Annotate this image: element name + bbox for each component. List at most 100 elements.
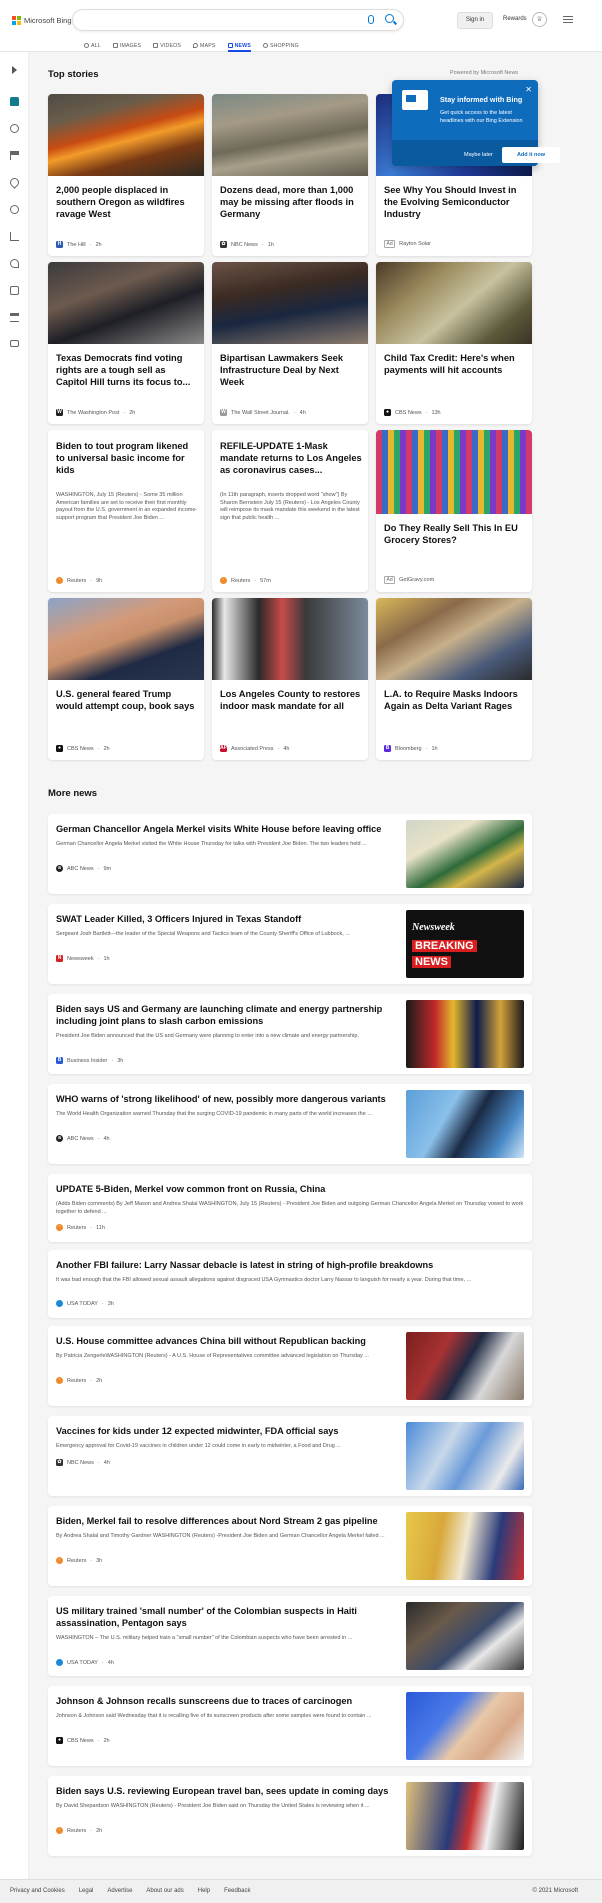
news-title: Johnson & Johnson recalls sunscreens due… [56,1696,353,1706]
footer-link-advertise[interactable]: Advertise [107,1888,132,1894]
ad-card[interactable]: Do They Really Sell This In EU Grocery S… [376,430,532,592]
source-name: Reuters [67,1377,87,1384]
story-title: L.A. to Require Masks Indoors Again as D… [384,689,518,711]
add-it-now-button[interactable]: Add it now [502,147,560,163]
story-title: REFILE-UPDATE 1-Mask mandate returns to … [220,441,362,475]
news-thumbnail: Newsweek BREAKING NEWS [406,910,524,978]
location-pin-icon[interactable] [8,176,21,189]
business-chart-icon[interactable] [10,232,19,241]
news-list-item[interactable]: UPDATE 5-Biden, Merkel vow common front … [48,1174,532,1242]
footer-links: Privacy and Cookies Legal Advertise Abou… [10,1888,250,1894]
news-thumbnail [406,1422,524,1490]
story-time: 2h [103,745,110,752]
rocket-icon[interactable] [10,259,19,268]
story-source: Ad Rayton Solar [384,240,431,248]
footer-link-privacy[interactable]: Privacy and Cookies [10,1888,65,1894]
story-card[interactable]: Dozens dead, more than 1,000 may be miss… [212,94,368,256]
ad-badge: Ad [384,240,396,248]
tab-images[interactable]: IMAGES [112,40,142,51]
rewards-link[interactable]: Rewards [503,16,527,22]
story-card[interactable]: Bipartisan Lawmakers Seek Infrastructure… [212,262,368,424]
microphone-icon[interactable] [368,15,374,24]
news-source: · Reuters · 2h [56,1827,102,1834]
news-snippet: President Joe Biden announced that the U… [56,1033,359,1039]
news-time: 3h [96,1557,103,1564]
story-card[interactable]: Los Angeles County to restores indoor ma… [212,598,368,760]
news-thumbnail [406,820,524,888]
search-input[interactable] [72,9,404,31]
source-name: Rayton Solar [399,241,431,247]
close-icon[interactable]: ✕ [525,85,532,94]
news-title: US military trained 'small number' of th… [56,1606,357,1628]
news-source: a ABC News · 9m [56,865,111,872]
money-card-icon[interactable] [10,340,19,347]
tab-news[interactable]: NEWS [227,40,252,52]
footer-link-about-ads[interactable]: About our ads [146,1888,183,1894]
news-snippet: By Andrea Shalal and Timothy Gardner WAS… [56,1533,385,1539]
bing-logo[interactable]: Microsoft Bing [12,16,72,25]
story-card[interactable]: 2,000 people displaced in southern Orego… [48,94,204,256]
hamburger-menu-icon[interactable] [563,16,573,23]
newsweek-wordmark: Newsweek [412,922,455,933]
story-card[interactable]: U.S. general feared Trump would attempt … [48,598,204,760]
story-title: Dozens dead, more than 1,000 may be miss… [220,185,354,219]
rewards-trophy-icon[interactable]: ♕ [532,12,547,27]
maybe-later-button[interactable]: Maybe later [464,152,493,158]
news-list-item[interactable]: Biden says US and Germany are launching … [48,994,532,1074]
coronavirus-icon[interactable] [10,124,19,133]
news-title: SWAT Leader Killed, 3 Officers Injured i… [56,914,302,924]
news-list-item[interactable]: Johnson & Johnson recalls sunscreens due… [48,1686,532,1766]
business-insider-logo-icon: B [56,1057,63,1064]
politics-building-icon[interactable] [10,313,19,322]
tab-videos[interactable]: VIDEOS [153,40,181,51]
news-list-item[interactable]: Another FBI failure: Larry Nassar debacl… [48,1250,532,1318]
tab-all[interactable]: ALL [84,40,101,51]
story-card[interactable]: Child Tax Credit: Here's when payments w… [376,262,532,424]
entertainment-icon[interactable] [10,286,19,295]
source-name: The Hill [67,241,86,248]
news-list-item[interactable]: US military trained 'small number' of th… [48,1596,532,1676]
reuters-logo-icon: · [56,1557,63,1564]
sign-in-button[interactable]: Sign in [457,12,493,29]
news-snippet: By David Shepardson WASHINGTON (Reuters)… [56,1803,370,1809]
news-source: · Reuters · 11h [56,1224,105,1231]
story-time: 2h [95,241,102,248]
story-image [376,598,532,680]
search-icon[interactable] [385,14,394,23]
news-list-item[interactable]: WHO warns of 'strong likelihood' of new,… [48,1084,532,1164]
popup-text: Get quick access to the latest headlines… [440,110,523,124]
news-icon [227,43,233,48]
story-image [48,598,204,680]
footer-link-feedback[interactable]: Feedback [224,1888,250,1894]
expand-chevron-icon[interactable] [12,66,17,74]
news-snippet: (Adds Biden comments) By Jeff Mason and … [56,1201,524,1215]
tab-label: IMAGES [119,42,142,49]
story-card[interactable]: Texas Democrats find voting rights are a… [48,262,204,424]
story-card[interactable]: REFILE-UPDATE 1-Mask mandate returns to … [212,430,368,592]
news-list-item[interactable]: SWAT Leader Killed, 3 Officers Injured i… [48,904,532,984]
tab-maps[interactable]: MAPS [193,40,216,51]
news-list-item[interactable]: German Chancellor Angela Merkel visits W… [48,814,532,894]
abc-news-logo-icon: a [56,1135,63,1142]
news-list-item[interactable]: U.S. House committee advances China bill… [48,1326,532,1406]
home-icon[interactable] [10,97,19,106]
news-time: 4h [103,1459,110,1466]
source-name: Business Insider [67,1057,108,1064]
story-image [48,262,204,344]
story-image [376,430,532,514]
news-source: USA TODAY · 4h [56,1659,114,1666]
footer-link-help[interactable]: Help [198,1888,210,1894]
news-thumbnail [406,1332,524,1400]
news-list-item[interactable]: Biden says U.S. reviewing European trave… [48,1776,532,1856]
story-snippet: WASHINGTON, July 15 (Reuters) - Some 35 … [56,492,198,521]
story-card[interactable]: L.A. to Require Masks Indoors Again as D… [376,598,532,760]
story-card[interactable]: Biden to tout program likened to univers… [48,430,204,592]
story-title: Do They Really Sell This In EU Grocery S… [384,523,518,545]
footer-link-legal[interactable]: Legal [79,1888,94,1894]
tab-shopping[interactable]: SHOPPING [262,40,299,51]
news-list-item[interactable]: Biden, Merkel fail to resolve difference… [48,1506,532,1586]
flag-icon[interactable] [10,151,19,160]
story-source: AP Associated Press · 4h [220,745,290,752]
globe-icon[interactable] [10,205,19,214]
news-list-item[interactable]: Vaccines for kids under 12 expected midw… [48,1416,532,1496]
